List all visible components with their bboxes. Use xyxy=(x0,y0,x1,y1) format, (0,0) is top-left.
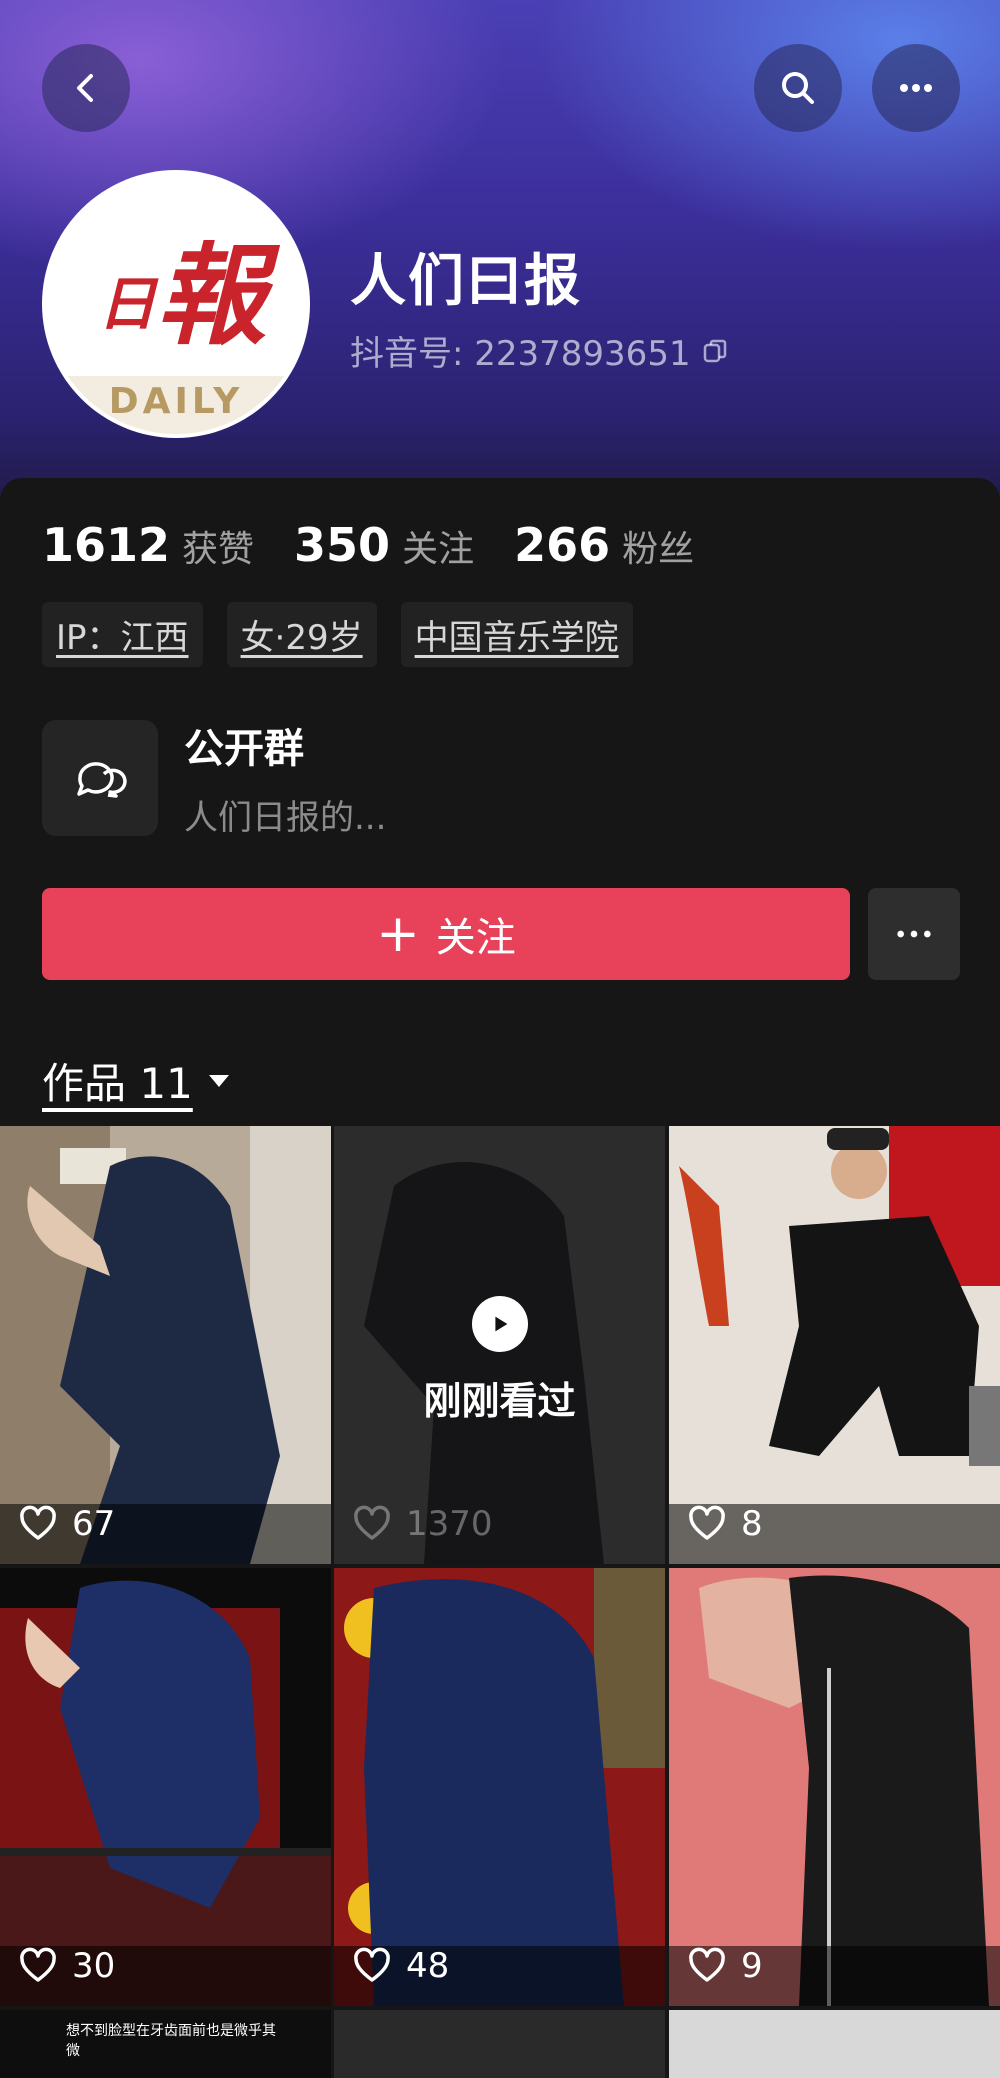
video-likes: 48 xyxy=(352,1946,449,1986)
stat-followers-label: 粉丝 xyxy=(622,529,695,570)
video-thumbnail-partial[interactable] xyxy=(669,2010,1000,2078)
follow-button-label: 关注 xyxy=(435,915,516,961)
svg-text:日: 日 xyxy=(98,270,159,338)
video-likes-count: 30 xyxy=(72,1946,116,1986)
svg-text:報: 報 xyxy=(156,231,281,360)
video-likes-count: 1370 xyxy=(406,1504,493,1544)
stat-followers[interactable]: 266 粉丝 xyxy=(514,518,694,572)
follow-button[interactable]: + 关注 xyxy=(42,888,850,980)
back-button[interactable] xyxy=(42,44,130,132)
stat-followers-value: 266 xyxy=(514,518,611,572)
chevron-left-icon xyxy=(77,74,93,102)
video-thumbnail[interactable]: 8 xyxy=(669,1126,1000,1564)
avatar-subtitle: DAILY xyxy=(108,381,244,422)
video-likes: 67 xyxy=(18,1504,115,1544)
tag-school[interactable]: 中国音乐学院 xyxy=(400,602,633,667)
video-thumbnail-partial[interactable] xyxy=(334,2010,665,2078)
tag-ip-location[interactable]: IP：江西 xyxy=(42,602,203,667)
video-thumbnail[interactable]: 48 xyxy=(334,1568,665,2006)
caret-down-icon xyxy=(208,1074,229,1087)
group-subtitle: 人们日报的... xyxy=(184,798,387,838)
heart-icon xyxy=(20,1505,56,1540)
public-group-card[interactable]: 公开群 人们日报的... xyxy=(42,716,386,839)
avatar[interactable]: 日 報 DAILY xyxy=(42,170,310,438)
video-likes-count: 9 xyxy=(741,1946,763,1986)
play-icon xyxy=(471,1296,528,1352)
stats-row: 1612 获赞 350 关注 266 粉丝 xyxy=(42,518,694,572)
copy-icon[interactable] xyxy=(701,337,729,365)
search-icon xyxy=(782,72,814,104)
stat-following-value: 350 xyxy=(294,518,391,572)
heart-icon xyxy=(689,1947,725,1982)
group-chat-icon-box xyxy=(42,719,158,836)
video-likes: 1370 xyxy=(352,1504,493,1544)
profile-tags: IP：江西 女·29岁 中国音乐学院 xyxy=(42,602,633,667)
chat-bubbles-icon xyxy=(77,761,127,798)
more-dots-icon xyxy=(900,84,932,92)
video-likes-count: 67 xyxy=(72,1504,116,1544)
video-likes: 9 xyxy=(687,1946,763,1986)
douyin-id-row[interactable]: 抖音号: 2237893651 xyxy=(350,326,729,375)
more-dots-icon xyxy=(897,930,931,938)
more-options-button[interactable] xyxy=(872,44,960,132)
stat-likes-value: 1612 xyxy=(42,518,171,572)
stat-likes-label: 获赞 xyxy=(182,529,255,570)
video-thumbnail-partial[interactable]: 想不到脸型在牙齿面前也是微乎其微 xyxy=(0,2010,331,2078)
video-thumbnail[interactable]: 9 xyxy=(669,1568,1000,2006)
search-button[interactable] xyxy=(754,44,842,132)
video-thumbnail[interactable]: 67 xyxy=(0,1126,331,1564)
plus-icon: + xyxy=(376,904,420,964)
video-thumbnail-image xyxy=(0,1126,331,1564)
video-thumbnail[interactable]: 30 xyxy=(0,1568,331,2006)
heart-icon xyxy=(354,1947,390,1982)
douyin-id: 抖音号: 2237893651 xyxy=(350,334,691,374)
profile-name: 人们曰报 xyxy=(350,249,582,314)
video-likes: 8 xyxy=(687,1504,763,1544)
heart-icon xyxy=(689,1505,725,1540)
video-thumbnail-image xyxy=(334,1568,665,2006)
video-likes: 30 xyxy=(18,1946,115,1986)
video-thumbnail-image xyxy=(0,1568,331,2006)
stat-likes[interactable]: 1612 获赞 xyxy=(42,518,254,572)
recently-watched-label: 刚刚看过 xyxy=(423,1379,576,1423)
profile-panel: 1612 获赞 350 关注 266 粉丝 IP：江西 女·29岁 中国音乐学院… xyxy=(0,478,1000,2078)
works-tab[interactable]: 作品 11 xyxy=(42,1050,231,1111)
group-title: 公开群 xyxy=(184,726,304,772)
works-tab-label: 作品 11 xyxy=(42,1059,193,1108)
stat-following[interactable]: 350 关注 xyxy=(294,518,474,572)
recently-watched-overlay: 刚刚看过 xyxy=(334,1296,665,1425)
video-likes-count: 48 xyxy=(406,1946,450,1986)
video-thumbnail-image xyxy=(669,1126,1000,1564)
heart-icon xyxy=(354,1505,390,1540)
stat-following-label: 关注 xyxy=(402,529,475,570)
video-thumbnail-image xyxy=(669,1568,1000,2006)
video-likes-count: 8 xyxy=(741,1504,763,1544)
video-caption: 想不到脸型在牙齿面前也是微乎其微 xyxy=(66,2023,276,2059)
video-thumbnail[interactable]: 刚刚看过 1370 xyxy=(334,1126,665,1564)
follow-more-button[interactable] xyxy=(868,888,960,980)
heart-icon xyxy=(20,1947,56,1982)
tag-gender-age[interactable]: 女·29岁 xyxy=(226,602,377,667)
